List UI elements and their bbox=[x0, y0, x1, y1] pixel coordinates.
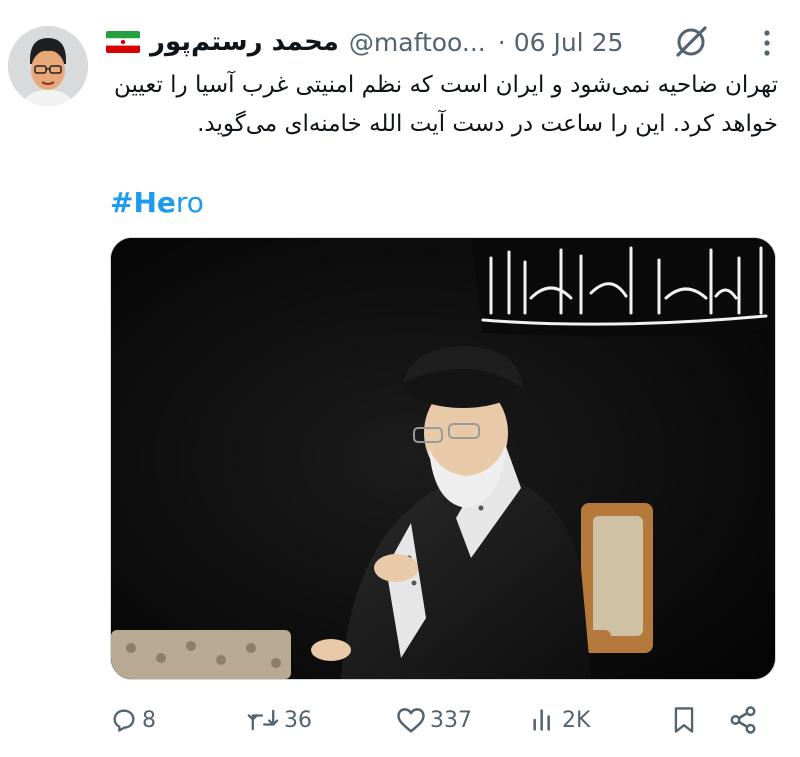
heart-icon bbox=[396, 706, 426, 734]
bookmark-button[interactable] bbox=[670, 700, 698, 740]
repost-count: 36 bbox=[284, 707, 312, 733]
views-icon bbox=[530, 706, 558, 734]
separator-dot: · bbox=[497, 27, 506, 57]
repost-button[interactable]: 36 bbox=[246, 700, 312, 740]
like-count: 337 bbox=[430, 707, 472, 733]
display-name[interactable]: محمد رستم‌پور bbox=[150, 27, 339, 57]
grok-icon[interactable] bbox=[672, 22, 710, 62]
tweet-actions: 8 36 337 2K bbox=[110, 700, 770, 740]
iran-flag-icon bbox=[106, 31, 140, 53]
tweet-date[interactable]: 06 Jul 25 bbox=[514, 28, 624, 57]
reply-button[interactable]: 8 bbox=[110, 700, 156, 740]
hashtag-link[interactable]: #Hero bbox=[110, 186, 204, 219]
repost-icon bbox=[246, 706, 280, 734]
like-button[interactable]: 337 bbox=[396, 700, 472, 740]
hashtag-rest: ro bbox=[175, 186, 204, 219]
reply-icon bbox=[110, 706, 138, 734]
views-button[interactable]: 2K bbox=[530, 700, 590, 740]
tweet-image[interactable] bbox=[110, 237, 776, 680]
avatar-illustration bbox=[8, 26, 88, 106]
share-icon bbox=[728, 705, 758, 735]
avatar[interactable] bbox=[8, 26, 88, 106]
hashtag-bold: #He bbox=[110, 186, 176, 219]
share-button[interactable] bbox=[728, 700, 758, 740]
tweet-header: محمد رستم‌پور @maftoo... · 06 Jul 25 bbox=[106, 22, 780, 62]
views-count: 2K bbox=[562, 707, 591, 733]
bookmark-icon bbox=[670, 705, 698, 735]
more-options-icon[interactable] bbox=[760, 28, 774, 58]
user-handle[interactable]: @maftoo... bbox=[349, 28, 486, 57]
photo-illustration bbox=[111, 238, 775, 679]
reply-count: 8 bbox=[142, 707, 156, 733]
tweet-text: تهران ضاحیه نمی‌شود و ایران است که نظم ا… bbox=[113, 72, 778, 137]
